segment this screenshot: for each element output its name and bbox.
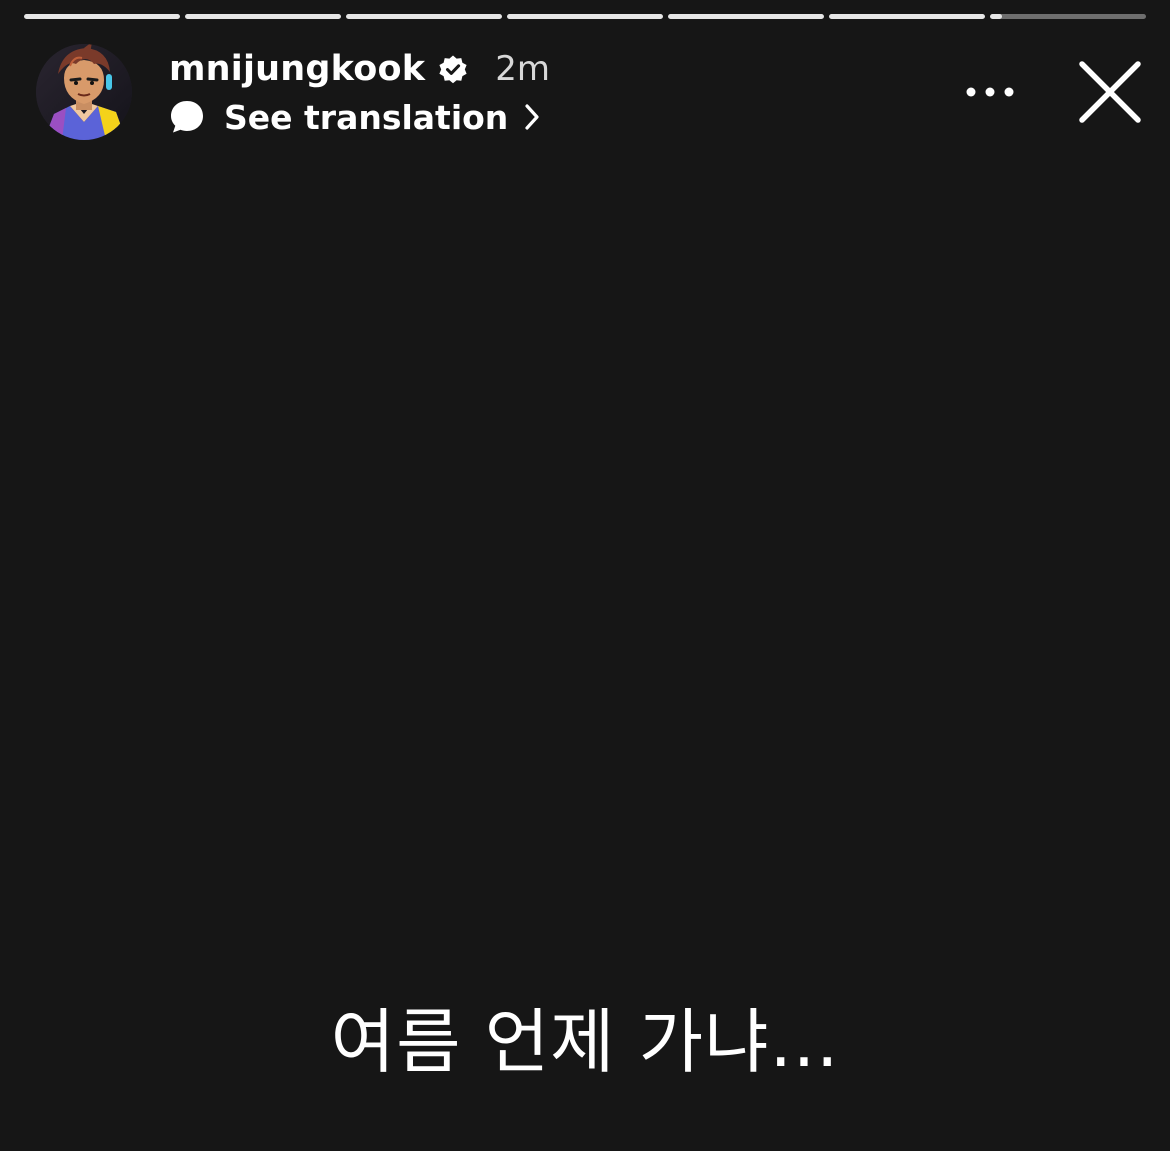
progress-segment xyxy=(346,14,502,19)
username-link[interactable]: mnijungkook xyxy=(169,49,425,89)
chat-bubble-icon xyxy=(171,101,203,133)
see-translation-label: See translation xyxy=(224,97,509,137)
progress-segment-fill xyxy=(507,14,663,19)
story-caption-text: 여름 언제 가냐... xyxy=(330,1001,840,1083)
post-time: 2m xyxy=(495,49,550,89)
profile-avatar[interactable] xyxy=(36,44,132,140)
story-progress-bar xyxy=(24,14,1146,20)
progress-segment-fill xyxy=(185,14,341,19)
story-viewer[interactable]: mnijungkook 2m See translation 여름 언제 가냐.… xyxy=(0,0,1170,1151)
chevron-right-icon xyxy=(525,104,539,130)
progress-segment xyxy=(668,14,824,19)
progress-segment xyxy=(829,14,985,19)
progress-segment xyxy=(990,14,1146,19)
progress-segment-fill xyxy=(829,14,985,19)
avatar-illustration-icon xyxy=(36,44,132,140)
progress-segment-fill xyxy=(24,14,180,19)
more-options-icon[interactable] xyxy=(960,76,1020,108)
close-icon[interactable] xyxy=(1077,59,1143,125)
progress-segment xyxy=(507,14,663,19)
progress-segment-fill xyxy=(668,14,824,19)
see-translation-button[interactable]: See translation xyxy=(169,94,542,140)
progress-segment xyxy=(185,14,341,19)
progress-segment-fill xyxy=(990,14,1003,19)
progress-segment xyxy=(24,14,180,19)
story-header-info: mnijungkook 2m xyxy=(169,44,550,94)
progress-segment-fill xyxy=(346,14,502,19)
verified-badge-icon xyxy=(439,55,467,84)
